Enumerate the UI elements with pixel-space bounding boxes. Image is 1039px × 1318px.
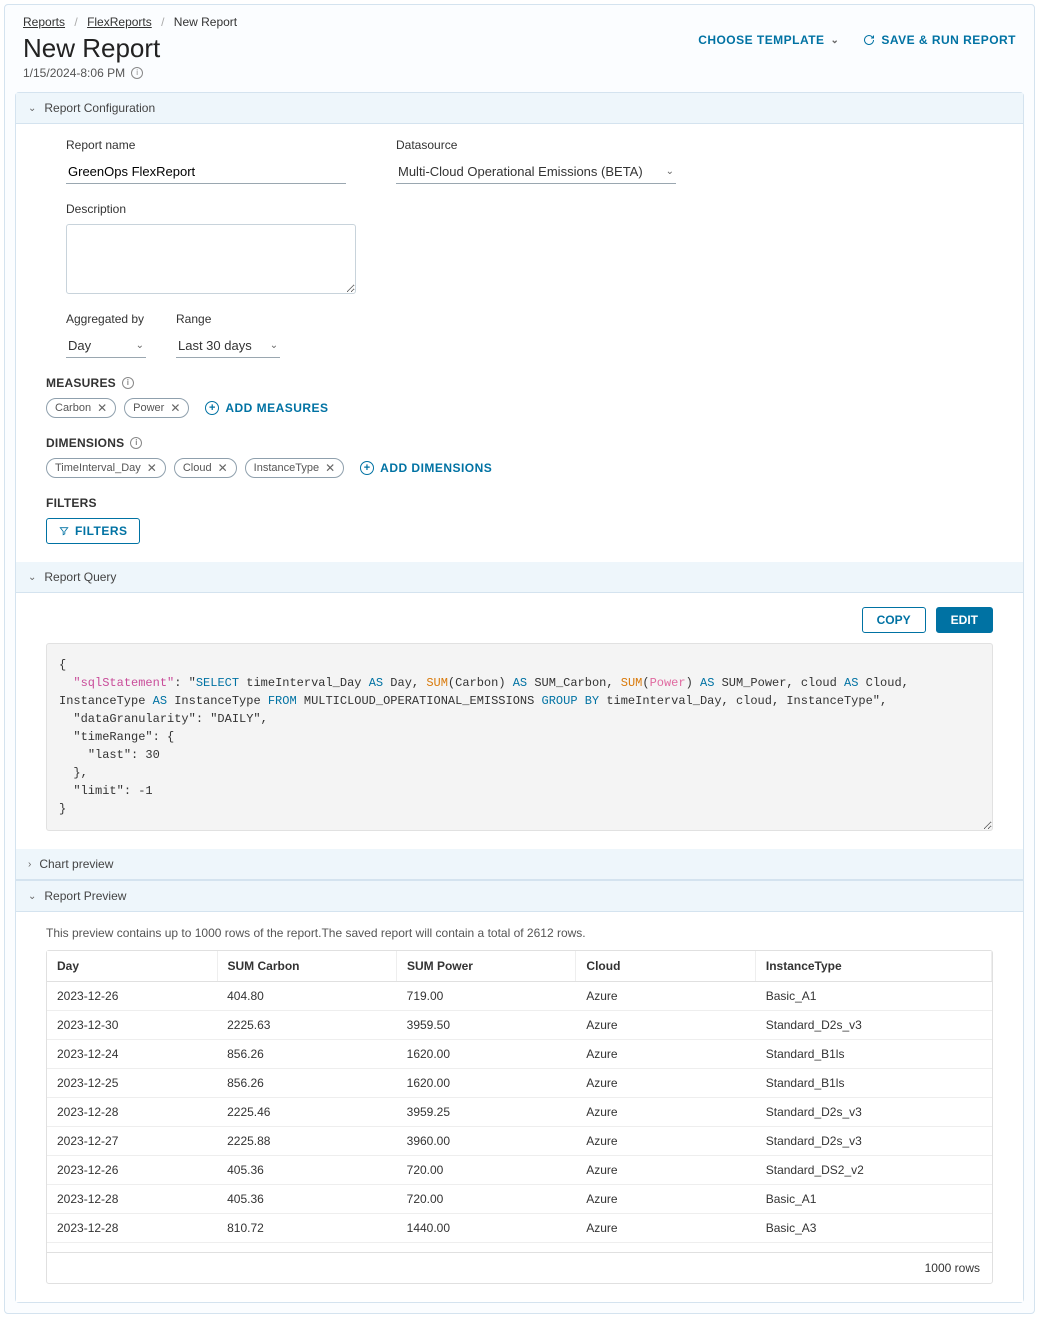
refresh-icon bbox=[863, 34, 875, 46]
chip-remove-icon[interactable]: ✕ bbox=[147, 461, 157, 475]
preview-info: This preview contains up to 1000 rows of… bbox=[46, 926, 993, 940]
breadcrumb: Reports / FlexReports / New Report bbox=[23, 15, 1016, 29]
measures-label: MEASURES i bbox=[46, 376, 993, 390]
column-header-sum-carbon[interactable]: SUM Carbon bbox=[217, 951, 396, 982]
edit-button[interactable]: EDIT bbox=[936, 607, 993, 633]
chevron-down-icon: ⌄ bbox=[831, 35, 840, 46]
save-run-button[interactable]: SAVE & RUN REPORT bbox=[863, 33, 1016, 47]
section-head-config[interactable]: ⌄ Report Configuration bbox=[16, 93, 1023, 124]
page-title: New Report bbox=[23, 33, 160, 64]
chip-remove-icon[interactable]: ✕ bbox=[325, 461, 335, 475]
table-row[interactable]: 2023-12-272225.883960.00AzureStandard_D2… bbox=[47, 1127, 992, 1156]
funnel-icon bbox=[59, 526, 69, 536]
breadcrumb-reports[interactable]: Reports bbox=[23, 15, 65, 29]
chevron-down-icon: ⌄ bbox=[28, 103, 36, 114]
chevron-down-icon: ⌄ bbox=[270, 340, 278, 351]
chevron-down-icon: ⌄ bbox=[28, 572, 36, 583]
chip-remove-icon[interactable]: ✕ bbox=[218, 461, 228, 475]
report-timestamp: 1/15/2024-8:06 PM i bbox=[23, 66, 160, 80]
range-select[interactable]: Last 30 days ⌄ bbox=[176, 334, 280, 358]
column-header-sum-power[interactable]: SUM Power bbox=[396, 951, 575, 982]
chevron-down-icon: ⌄ bbox=[136, 340, 144, 351]
column-header-day[interactable]: Day bbox=[47, 951, 217, 982]
report-name-label: Report name bbox=[66, 138, 356, 152]
choose-template-button[interactable]: CHOOSE TEMPLATE ⌄ bbox=[698, 33, 839, 47]
range-label: Range bbox=[176, 312, 280, 326]
preview-footer: 1000 rows bbox=[47, 1252, 992, 1283]
table-row[interactable]: 2023-12-282225.463959.25AzureStandard_D2… bbox=[47, 1098, 992, 1127]
chip-remove-icon[interactable]: ✕ bbox=[97, 401, 107, 415]
info-icon[interactable]: i bbox=[122, 377, 134, 389]
chip-instancetype: InstanceType✕ bbox=[245, 458, 345, 478]
aggregated-by-select[interactable]: Day ⌄ bbox=[66, 334, 146, 358]
description-textarea[interactable] bbox=[66, 224, 356, 294]
info-icon[interactable]: i bbox=[131, 67, 143, 79]
report-name-input[interactable] bbox=[66, 160, 346, 184]
table-row[interactable]: 2023-12-26405.36720.00AzureStandard_DS2_… bbox=[47, 1156, 992, 1185]
section-head-report-preview[interactable]: ⌄ Report Preview bbox=[16, 880, 1023, 912]
breadcrumb-current: New Report bbox=[174, 15, 237, 29]
datasource-select[interactable]: Multi-Cloud Operational Emissions (BETA)… bbox=[396, 160, 676, 184]
plus-icon: + bbox=[205, 401, 219, 415]
datasource-label: Datasource bbox=[396, 138, 676, 152]
chevron-down-icon: ⌄ bbox=[666, 166, 674, 177]
chip-cloud: Cloud✕ bbox=[174, 458, 237, 478]
breadcrumb-flexreports[interactable]: FlexReports bbox=[87, 15, 152, 29]
chip-power: Power✕ bbox=[124, 398, 189, 418]
table-row[interactable]: 2023-12-24856.261620.00AzureStandard_B1l… bbox=[47, 1040, 992, 1069]
plus-icon: + bbox=[360, 461, 374, 475]
query-editor[interactable]: { "sqlStatement": "SELECT timeInterval_D… bbox=[46, 643, 993, 831]
table-row[interactable]: 2023-12-302225.633959.50AzureStandard_D2… bbox=[47, 1011, 992, 1040]
table-row[interactable]: 2023-12-28101.34180.00AzureBasic_A0 bbox=[47, 1243, 992, 1253]
dimensions-label: DIMENSIONS i bbox=[46, 436, 993, 450]
table-row[interactable]: 2023-12-28405.36720.00AzureBasic_A1 bbox=[47, 1185, 992, 1214]
chip-carbon: Carbon✕ bbox=[46, 398, 116, 418]
section-head-query[interactable]: ⌄ Report Query bbox=[16, 562, 1023, 593]
section-head-chart-preview[interactable]: › Chart preview bbox=[16, 849, 1023, 880]
chevron-down-icon: ⌄ bbox=[28, 891, 36, 902]
info-icon[interactable]: i bbox=[130, 437, 142, 449]
column-header-cloud[interactable]: Cloud bbox=[576, 951, 755, 982]
table-row[interactable]: 2023-12-28810.721440.00AzureBasic_A3 bbox=[47, 1214, 992, 1243]
column-header-instancetype[interactable]: InstanceType bbox=[755, 951, 991, 982]
chip-remove-icon[interactable]: ✕ bbox=[170, 401, 180, 415]
table-row[interactable]: 2023-12-26404.80719.00AzureBasic_A1 bbox=[47, 982, 992, 1011]
chip-timeinterval: TimeInterval_Day✕ bbox=[46, 458, 166, 478]
add-dimensions-button[interactable]: + ADD DIMENSIONS bbox=[360, 461, 492, 475]
description-label: Description bbox=[66, 202, 356, 216]
preview-table: Day SUM Carbon SUM Power Cloud InstanceT… bbox=[46, 950, 993, 1284]
filters-button[interactable]: FILTERS bbox=[46, 518, 140, 544]
copy-button[interactable]: COPY bbox=[862, 607, 926, 633]
add-measures-button[interactable]: + ADD MEASURES bbox=[205, 401, 328, 415]
chevron-right-icon: › bbox=[28, 859, 31, 870]
filters-label: FILTERS bbox=[46, 496, 993, 510]
aggregated-by-label: Aggregated by bbox=[66, 312, 146, 326]
table-row[interactable]: 2023-12-25856.261620.00AzureStandard_B1l… bbox=[47, 1069, 992, 1098]
